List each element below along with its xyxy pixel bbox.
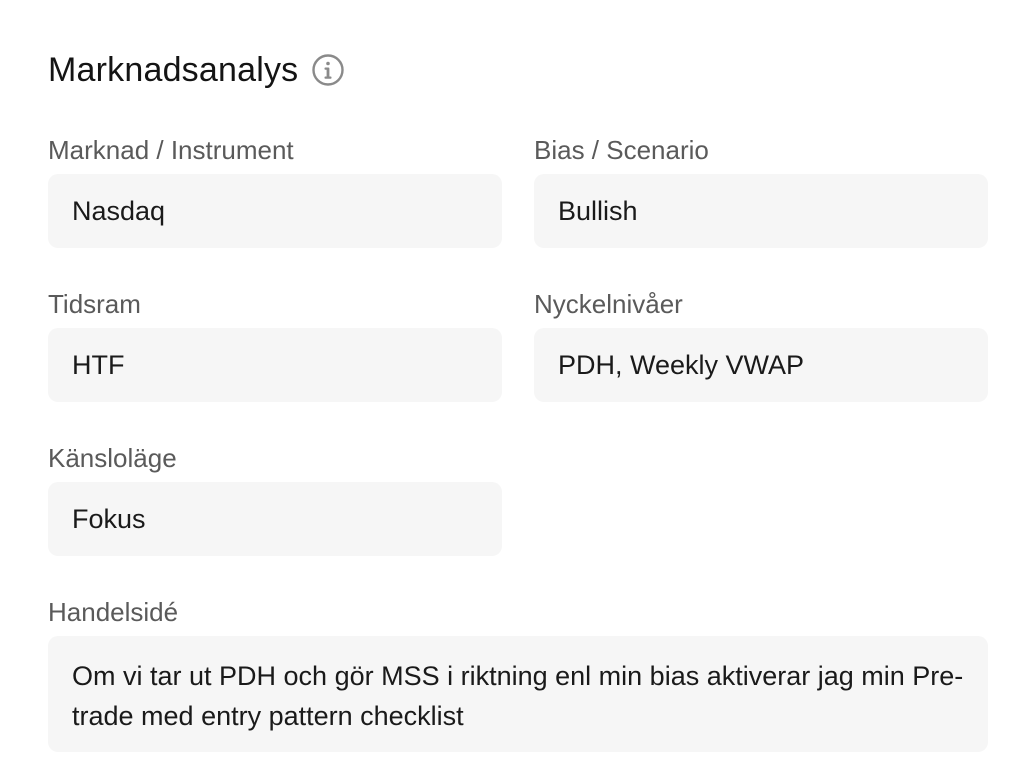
bias-label: Bias / Scenario — [534, 135, 709, 165]
mood-field: Känsloläge Fokus — [48, 440, 502, 556]
section-header: Marknadsanalys — [48, 44, 988, 96]
key-levels-input[interactable]: PDH, Weekly VWAP — [534, 328, 988, 402]
market-label: Marknad / Instrument — [48, 135, 294, 165]
bias-field: Bias / Scenario Bullish — [534, 132, 988, 248]
row-spacer — [48, 402, 988, 440]
market-input[interactable]: Nasdaq — [48, 174, 502, 248]
market-analysis-section: Marknadsanalys Marknad / Instrument Nasd… — [48, 44, 988, 752]
bias-input[interactable]: Bullish — [534, 174, 988, 248]
trade-idea-label: Handelsidé — [48, 597, 179, 627]
info-circle-icon[interactable] — [311, 53, 345, 87]
fields-grid: Marknad / Instrument Nasdaq Bias / Scena… — [48, 132, 988, 556]
key-levels-field: Nyckelnivåer PDH, Weekly VWAP — [534, 286, 988, 402]
timeframe-field: Tidsram HTF — [48, 286, 502, 402]
section-title: Marknadsanalys — [48, 50, 299, 89]
timeframe-input[interactable]: HTF — [48, 328, 502, 402]
row-spacer — [48, 248, 988, 286]
market-field: Marknad / Instrument Nasdaq — [48, 132, 502, 248]
key-levels-label: Nyckelnivåer — [534, 289, 683, 319]
trade-idea-textarea[interactable]: Om vi tar ut PDH och gör MSS i riktning … — [48, 636, 988, 752]
mood-label: Känsloläge — [48, 443, 177, 473]
timeframe-label: Tidsram — [48, 289, 141, 319]
trade-idea-field: Handelsidé Om vi tar ut PDH och gör MSS … — [48, 594, 988, 752]
empty-cell — [534, 440, 988, 556]
mood-input[interactable]: Fokus — [48, 482, 502, 556]
